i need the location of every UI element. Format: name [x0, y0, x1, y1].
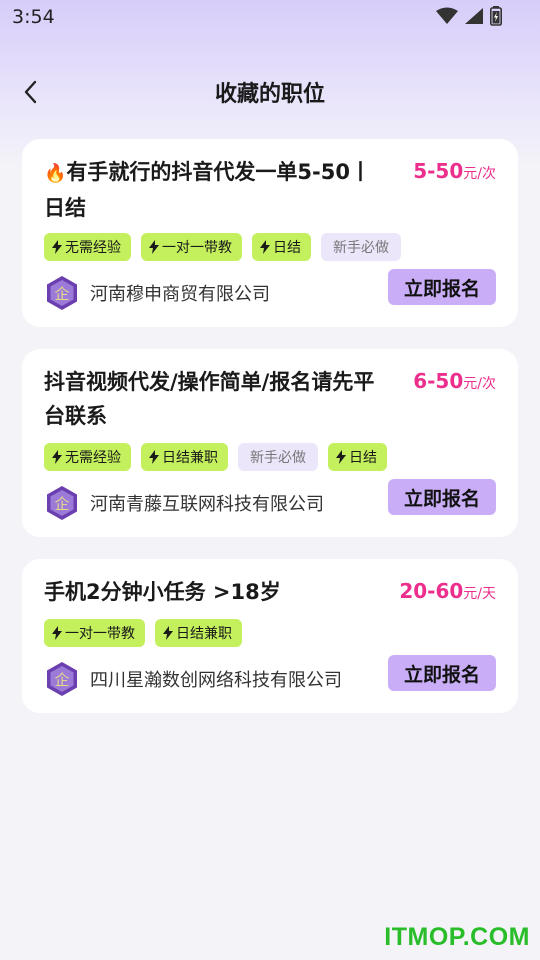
salary: 5-50元/次 — [413, 159, 496, 183]
job-title-text: 有手就行的抖音代发一单5-50丨日结 — [44, 160, 371, 220]
apply-button[interactable]: 立即报名 — [388, 655, 496, 691]
watermark: ITMOP.COM — [384, 923, 530, 951]
page-title: 收藏的职位 — [214, 82, 325, 107]
job-title: 🔥有手就行的抖音代发一单5-50丨日结 — [44, 155, 384, 225]
lightning-icon — [52, 240, 62, 254]
salary-unit: 元/天 — [463, 586, 496, 602]
company-info: 企 河南穆申商贸有限公司 — [44, 275, 270, 311]
svg-text:企: 企 — [54, 671, 69, 689]
lightning-icon — [52, 626, 62, 640]
tag: 新手必做 — [321, 233, 401, 261]
tag-list: 无需经验 日结兼职 新手必做 日结 — [44, 443, 387, 471]
status-time: 3:54 — [12, 6, 55, 28]
salary-value: 5-50 — [413, 159, 464, 183]
company-info: 企 河南青藤互联网科技有限公司 — [44, 485, 324, 521]
apply-button[interactable]: 立即报名 — [388, 269, 496, 305]
lightning-icon — [149, 240, 159, 254]
job-title: 手机2分钟小任务 >18岁 — [44, 575, 384, 609]
wifi-icon — [436, 7, 458, 24]
job-title-text: 手机2分钟小任务 >18岁 — [44, 580, 281, 604]
lightning-icon — [52, 450, 62, 464]
company-logo-icon: 企 — [47, 276, 77, 310]
salary-value: 20-60 — [399, 579, 464, 603]
company-name: 河南青藤互联网科技有限公司 — [90, 494, 324, 515]
job-title: 抖音视频代发/操作简单/报名请先平台联系 — [44, 365, 384, 433]
salary: 20-60元/天 — [399, 579, 496, 603]
company-logo-icon: 企 — [47, 486, 77, 520]
svg-text:企: 企 — [54, 285, 69, 303]
tag: 日结 — [328, 443, 387, 471]
salary: 6-50元/次 — [413, 369, 496, 393]
tag: 新手必做 — [238, 443, 318, 471]
company-logo-icon: 企 — [47, 662, 77, 696]
company-name: 河南穆申商贸有限公司 — [90, 284, 270, 305]
status-bar: 3:54 — [0, 0, 540, 36]
apply-button[interactable]: 立即报名 — [388, 479, 496, 515]
svg-text:企: 企 — [54, 495, 69, 513]
tag: 日结兼职 — [141, 443, 228, 471]
tag-list: 无需经验 一对一带教 日结 新手必做 — [44, 233, 401, 261]
job-card[interactable]: 🔥有手就行的抖音代发一单5-50丨日结 5-50元/次 无需经验 一对一带教 日… — [22, 139, 518, 327]
company-name: 四川星瀚数创网络科技有限公司 — [90, 670, 342, 691]
salary-unit: 元/次 — [463, 166, 496, 182]
lightning-icon — [336, 450, 346, 464]
lightning-icon — [163, 626, 173, 640]
status-icons — [436, 6, 502, 26]
signal-icon — [465, 8, 483, 24]
tag: 日结 — [252, 233, 311, 261]
battery-icon — [490, 6, 502, 26]
fire-icon: 🔥 — [44, 163, 67, 184]
salary-value: 6-50 — [413, 369, 464, 393]
lightning-icon — [260, 240, 270, 254]
job-title-text: 抖音视频代发/操作简单/报名请先平台联系 — [44, 370, 375, 428]
tag: 日结兼职 — [155, 619, 242, 647]
tag: 无需经验 — [44, 443, 131, 471]
salary-unit: 元/次 — [463, 376, 496, 392]
company-info: 企 四川星瀚数创网络科技有限公司 — [44, 661, 342, 697]
lightning-icon — [149, 450, 159, 464]
tag: 一对一带教 — [141, 233, 242, 261]
nav-header: 收藏的职位 — [0, 64, 540, 120]
tag-list: 一对一带教 日结兼职 — [44, 619, 242, 647]
tag: 一对一带教 — [44, 619, 145, 647]
tag: 无需经验 — [44, 233, 131, 261]
job-card[interactable]: 抖音视频代发/操作简单/报名请先平台联系 6-50元/次 无需经验 日结兼职 新… — [22, 349, 518, 537]
job-card[interactable]: 手机2分钟小任务 >18岁 20-60元/天 一对一带教 日结兼职 企 四川星瀚… — [22, 559, 518, 713]
